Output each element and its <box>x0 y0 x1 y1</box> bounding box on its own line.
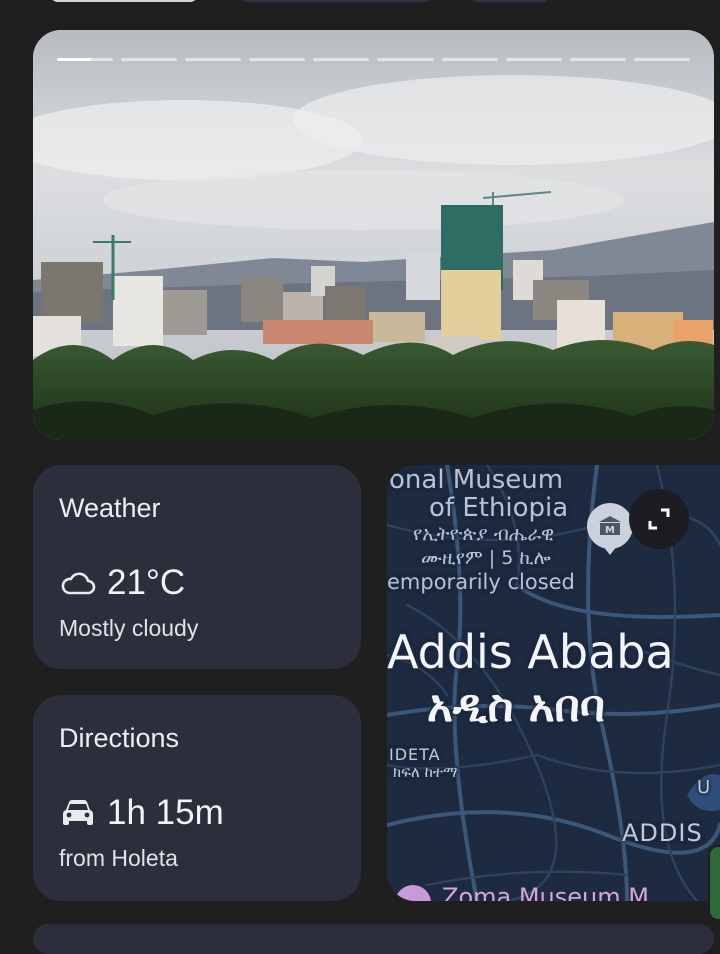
svg-text:M: M <box>605 525 615 536</box>
map-city-name-amharic: አዲስ አበባ <box>427 681 605 732</box>
map-area-label: U <box>697 777 711 798</box>
progress-segment <box>505 58 562 61</box>
weather-row: 21°C <box>59 563 185 603</box>
expand-icon <box>648 508 670 530</box>
chip[interactable] <box>240 0 432 2</box>
map-poi-label-amharic: ሙዚየም | 5 ኪሎ <box>421 547 551 569</box>
hero-photo[interactable] <box>33 30 714 440</box>
weather-condition: Mostly cloudy <box>59 615 199 641</box>
progress-segment <box>121 58 178 61</box>
progress-segment <box>249 58 306 61</box>
map-poi-status: emporarily closed <box>387 570 575 594</box>
directions-card[interactable]: Directions 1h 15m from Holeta <box>33 695 361 901</box>
weather-title: Weather <box>59 493 161 523</box>
directions-origin: from Holeta <box>59 845 178 871</box>
story-progress <box>57 58 690 62</box>
museum-icon[interactable]: M <box>587 503 633 549</box>
map-poi-label: Zoma Museum M <box>442 883 649 901</box>
next-card-peek <box>33 924 714 954</box>
progress-segment <box>57 58 114 61</box>
city-skyline-photo <box>33 30 714 440</box>
directions-row: 1h 15m <box>59 793 224 833</box>
progress-segment <box>569 58 626 61</box>
progress-segment <box>313 58 370 61</box>
directions-title: Directions <box>59 723 180 753</box>
top-chip-row <box>0 0 720 4</box>
progress-segment <box>185 58 242 61</box>
chip[interactable] <box>470 0 550 2</box>
chip-selected[interactable] <box>50 0 198 2</box>
map-district-label-amharic: ክፍለ ከተማ <box>393 763 458 781</box>
progress-segment <box>377 58 434 61</box>
progress-segment <box>633 58 690 61</box>
map-district-label: IDETA <box>389 745 441 764</box>
map-area-label: ADDIS <box>622 819 703 847</box>
map-preview[interactable]: onal Museum of Ethiopia የኢትዮጵያ ብሔራዊ ሙዚየም… <box>387 465 720 901</box>
car-icon <box>59 797 97 829</box>
weather-card[interactable]: Weather 21°C Mostly cloudy <box>33 465 361 669</box>
map-poi-label-amharic: የኢትዮጵያ ብሔራዊ <box>413 523 555 545</box>
map-poi-label: of Ethiopia <box>429 493 569 523</box>
map-poi-label: onal Museum <box>389 465 564 495</box>
cloud-icon <box>59 567 97 599</box>
progress-segment <box>441 58 498 61</box>
side-thumbnail[interactable] <box>708 845 720 921</box>
expand-map-button[interactable] <box>629 489 689 549</box>
temperature: 21°C <box>107 563 186 602</box>
travel-duration: 1h 15m <box>107 793 224 832</box>
map-city-name: Addis Ababa <box>387 625 674 679</box>
